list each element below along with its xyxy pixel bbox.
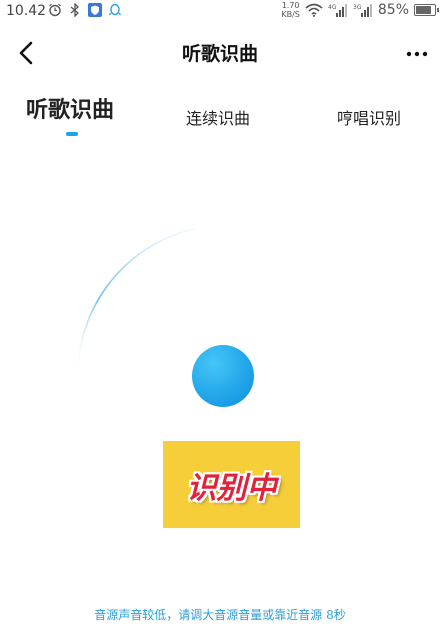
recognition-pulse-dot bbox=[192, 345, 254, 407]
recognizing-badge: 识别中 bbox=[163, 441, 300, 528]
volume-hint: 音源声音较低，请调大音源音量或靠近音源 8秒 bbox=[94, 608, 346, 622]
recognizing-label: 识别中 bbox=[186, 470, 277, 506]
scan-arc bbox=[77, 227, 199, 379]
